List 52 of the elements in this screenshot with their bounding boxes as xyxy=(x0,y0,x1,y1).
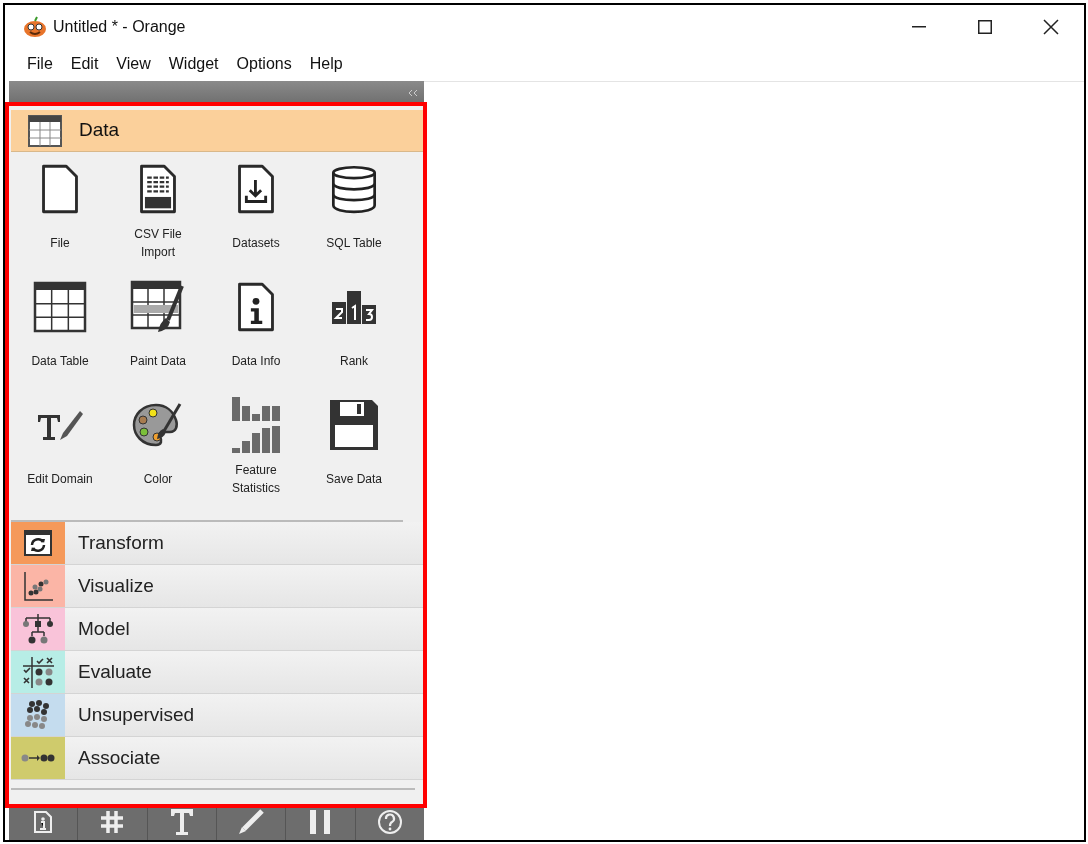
grid-hash-icon xyxy=(99,809,126,835)
table-icon xyxy=(33,281,87,333)
refresh-window-icon xyxy=(23,528,53,558)
pause-icon xyxy=(309,809,332,835)
database-icon xyxy=(330,164,378,214)
close-icon xyxy=(1043,19,1059,35)
csv-document-icon xyxy=(138,164,178,214)
category-header[interactable]: Data xyxy=(11,110,424,152)
widget-button[interactable]: Data Info xyxy=(207,276,305,394)
info-icon xyxy=(33,810,54,834)
widget-button[interactable]: Paint Data xyxy=(109,276,207,394)
table-icon xyxy=(28,114,62,147)
bar-chart-icon xyxy=(230,396,282,454)
category-row[interactable]: Associate xyxy=(11,737,424,780)
category-row[interactable]: Unsupervised xyxy=(11,694,424,737)
widget-button[interactable]: CSV File Import xyxy=(109,158,207,276)
widget-button[interactable]: File xyxy=(11,158,109,276)
menu-item[interactable]: Widget xyxy=(162,49,225,79)
widget-button[interactable]: Save Data xyxy=(305,394,403,512)
dot-arrow-icon xyxy=(21,753,55,763)
category-row[interactable]: Visualize xyxy=(11,565,424,608)
collapse-icon[interactable] xyxy=(408,89,418,97)
widget-button[interactable]: Feature Statistics xyxy=(207,394,305,512)
widget-button[interactable]: SQL Table xyxy=(305,158,403,276)
info-document-icon xyxy=(236,282,276,332)
text-icon xyxy=(169,808,194,836)
menu-item[interactable]: Help xyxy=(303,49,349,79)
menu-item[interactable]: View xyxy=(110,49,157,79)
minimize-icon xyxy=(912,26,926,28)
menu-item[interactable]: Options xyxy=(230,49,298,79)
widget-button[interactable]: Datasets xyxy=(207,158,305,276)
widget-button[interactable]: Rank xyxy=(305,276,403,394)
window-title: Untitled * - Orange xyxy=(53,17,186,37)
podium-icon xyxy=(331,288,377,326)
category-row[interactable]: Model xyxy=(11,608,424,651)
widget-button[interactable]: Data Table xyxy=(11,276,109,394)
download-document-icon xyxy=(236,164,276,214)
help-icon xyxy=(376,809,403,835)
widget-button[interactable]: Color xyxy=(109,394,207,512)
menu-item[interactable]: Edit xyxy=(64,49,105,79)
tree-diagram-icon xyxy=(22,612,54,646)
widget-button[interactable]: Edit Domain xyxy=(11,394,109,512)
category-row[interactable]: Transform xyxy=(11,522,424,565)
scatter-plot-icon xyxy=(22,570,54,602)
check-grid-icon xyxy=(21,655,55,689)
maximize-icon xyxy=(978,20,992,34)
pen-icon xyxy=(238,809,265,835)
file-icon xyxy=(40,164,80,214)
category-row[interactable]: Evaluate xyxy=(11,651,424,694)
palette-icon xyxy=(132,401,184,449)
menu-item[interactable]: File xyxy=(21,49,59,79)
app-logo-icon xyxy=(23,16,47,38)
